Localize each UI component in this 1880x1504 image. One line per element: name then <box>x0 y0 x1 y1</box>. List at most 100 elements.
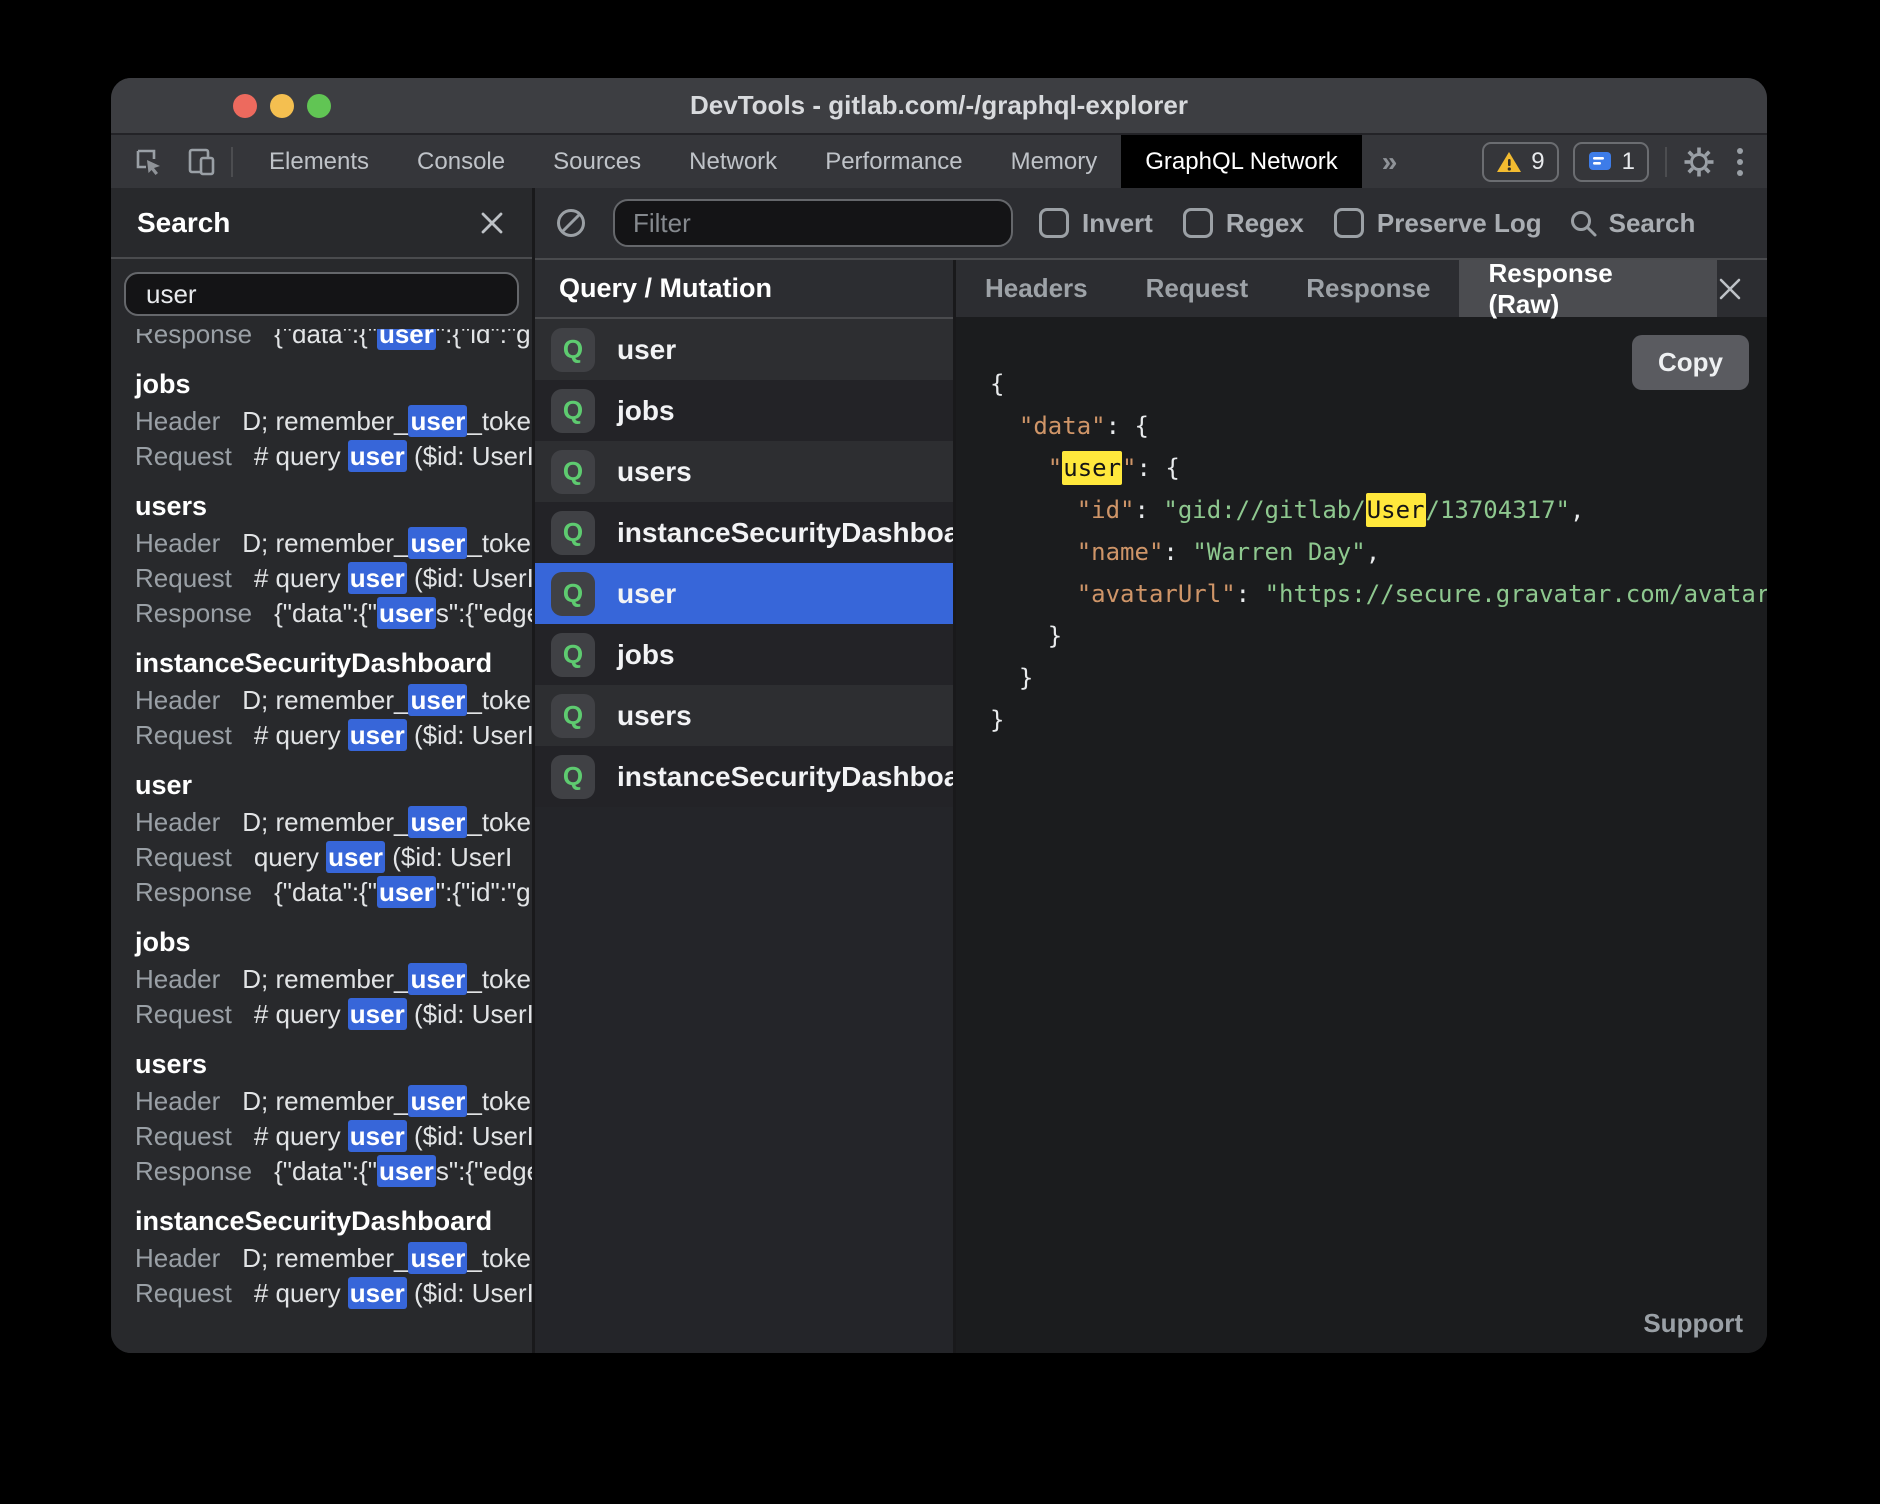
search-input[interactable] <box>124 272 519 316</box>
search-result-heading: users <box>135 1047 532 1081</box>
json-line: } <box>990 615 1767 657</box>
network-search-button[interactable]: Search <box>1568 208 1696 239</box>
close-window-button[interactable] <box>233 94 257 118</box>
query-row-users[interactable]: Qusers <box>535 685 953 746</box>
kebab-menu-icon[interactable] <box>1729 145 1745 179</box>
search-result-group: jobsHeaderD; remember_user_token=eReques… <box>135 367 532 474</box>
checkbox-regex[interactable]: Regex <box>1183 208 1304 239</box>
regex-checkbox-icon <box>1183 208 1213 238</box>
warnings-badge[interactable]: 9 <box>1482 142 1558 182</box>
match-highlight: user <box>377 1155 436 1187</box>
search-result-line[interactable]: HeaderD; remember_user_token=e <box>135 683 532 718</box>
search-result-group: usersHeaderD; remember_user_token=eReque… <box>135 1047 532 1189</box>
devtools-tab-console[interactable]: Console <box>393 135 529 188</box>
minimize-window-button[interactable] <box>270 94 294 118</box>
traffic-lights <box>233 78 331 133</box>
match-highlight: user <box>348 998 407 1030</box>
more-tabs-button[interactable]: » <box>1362 135 1418 188</box>
search-result-label: Response <box>135 877 252 907</box>
zoom-window-button[interactable] <box>307 94 331 118</box>
search-result-line[interactable]: Request# query user ($id: UserI <box>135 997 532 1032</box>
query-row-instancesecuritydashboard[interactable]: QinstanceSecurityDashboard <box>535 746 953 807</box>
search-result-line[interactable]: HeaderD; remember_user_token=e <box>135 1241 532 1276</box>
search-result-line[interactable]: Response{"data":{"users":{"edges <box>135 1154 532 1189</box>
match-highlight: user <box>348 719 407 751</box>
checkbox-preserve-log[interactable]: Preserve Log <box>1334 208 1542 239</box>
filter-input[interactable] <box>613 199 1013 247</box>
devtools-tab-elements[interactable]: Elements <box>245 135 393 188</box>
search-result-line[interactable]: Request# query user ($id: UserI <box>135 1119 532 1154</box>
query-row-jobs[interactable]: Qjobs <box>535 624 953 685</box>
json-token: "id" <box>1077 496 1135 524</box>
result-text: D; remember_ <box>242 1086 408 1116</box>
detail-tab-response-raw[interactable]: Response (Raw) <box>1459 260 1717 317</box>
query-type-badge: Q <box>551 694 595 738</box>
search-result-line[interactable]: Request# query user ($id: UserI <box>135 561 532 596</box>
settings-gear-icon[interactable] <box>1683 146 1715 178</box>
query-row-user[interactable]: Quser <box>535 563 953 624</box>
result-text: {"data":{" <box>274 329 377 349</box>
query-row-instancesecuritydashboard[interactable]: QinstanceSecurityDashboard <box>535 502 953 563</box>
result-text: D; remember_ <box>242 685 408 715</box>
search-result-line[interactable]: HeaderD; remember_user_token=e <box>135 526 532 561</box>
checkbox-invert[interactable]: Invert <box>1039 208 1153 239</box>
devtools-tab-network[interactable]: Network <box>665 135 801 188</box>
detail-tab-request[interactable]: Request <box>1117 260 1278 317</box>
result-text: D; remember_ <box>242 406 408 436</box>
result-text: {"data":{" <box>274 1156 377 1186</box>
search-result-line[interactable]: HeaderD; remember_user_token=e <box>135 1084 532 1119</box>
search-result-group: usersHeaderD; remember_user_token=eReque… <box>135 489 532 631</box>
search-result-line[interactable]: Response{"data":{"users":{"edges <box>135 596 532 631</box>
copy-button[interactable]: Copy <box>1632 335 1749 390</box>
devtools-tab-memory[interactable]: Memory <box>987 135 1122 188</box>
issues-badge[interactable]: 1 <box>1573 142 1649 182</box>
detail-tab-headers[interactable]: Headers <box>956 260 1117 317</box>
result-text: _token=e <box>467 1086 532 1116</box>
match-highlight: user <box>408 405 467 437</box>
search-result-line[interactable]: HeaderD; remember_user_token=e <box>135 962 532 997</box>
result-text: _token=e <box>467 528 532 558</box>
json-line: "avatarUrl": "https://secure.gravatar.co… <box>990 573 1767 615</box>
json-response-view[interactable]: { "data": { "user": { "id": "gid://gitla… <box>990 363 1767 741</box>
search-results-list[interactable]: Response{"data":{"user":{"id":"gid jobsHe… <box>111 329 532 1353</box>
clear-filter-icon[interactable] <box>555 207 587 239</box>
result-text: # query <box>254 441 348 471</box>
match-highlight: user <box>408 1085 467 1117</box>
json-token: /13704317" <box>1426 496 1571 524</box>
search-result-line[interactable]: HeaderD; remember_user_token=e <box>135 805 532 840</box>
match-highlight: user <box>326 841 385 873</box>
search-panel: Search Response{"data":{"user":{"id":"gi… <box>111 188 535 1353</box>
search-result-line[interactable]: Request# query user ($id: UserI <box>135 1276 532 1311</box>
search-result-label: Request <box>135 1278 232 1308</box>
search-result-line[interactable]: Response{"data":{"user":{"id":"gid <box>135 875 532 910</box>
devtools-tab-graphql-network[interactable]: GraphQL Network <box>1121 135 1362 188</box>
search-result-line[interactable]: Requestquery user ($id: UserI <box>135 840 532 875</box>
json-token: } <box>990 622 1062 650</box>
result-text: D; remember_ <box>242 807 408 837</box>
query-row-users[interactable]: Qusers <box>535 441 953 502</box>
close-search-panel-icon[interactable] <box>478 209 506 237</box>
warnings-count: 9 <box>1531 148 1544 176</box>
json-token <box>990 496 1077 524</box>
result-text: query <box>254 842 326 872</box>
query-list[interactable]: QuserQjobsQusersQinstanceSecurityDashboa… <box>535 319 953 1353</box>
devtools-tab-performance[interactable]: Performance <box>801 135 986 188</box>
query-row-user[interactable]: Quser <box>535 319 953 380</box>
search-result-line[interactable]: Response{"data":{"user":{"id":"gid <box>135 329 532 352</box>
support-link[interactable]: Support <box>1643 1308 1743 1339</box>
query-row-jobs[interactable]: Qjobs <box>535 380 953 441</box>
device-toolbar-icon[interactable] <box>185 146 219 178</box>
inspect-element-icon[interactable] <box>133 146 165 178</box>
query-row-label: instanceSecurityDashboard <box>617 517 953 549</box>
close-detail-icon[interactable] <box>1717 276 1743 302</box>
detail-tab-response[interactable]: Response <box>1277 260 1459 317</box>
result-text: ($id: UserI <box>407 563 532 593</box>
json-line: } <box>990 657 1767 699</box>
devtools-tab-sources[interactable]: Sources <box>529 135 665 188</box>
search-result-line[interactable]: HeaderD; remember_user_token=e <box>135 404 532 439</box>
json-token: , <box>1570 496 1584 524</box>
search-result-line[interactable]: Request# query user ($id: UserI <box>135 718 532 753</box>
search-result-line[interactable]: Request# query user ($id: UserI <box>135 439 532 474</box>
match-highlight: user <box>408 1242 467 1274</box>
tabstrip-separator <box>231 147 233 177</box>
